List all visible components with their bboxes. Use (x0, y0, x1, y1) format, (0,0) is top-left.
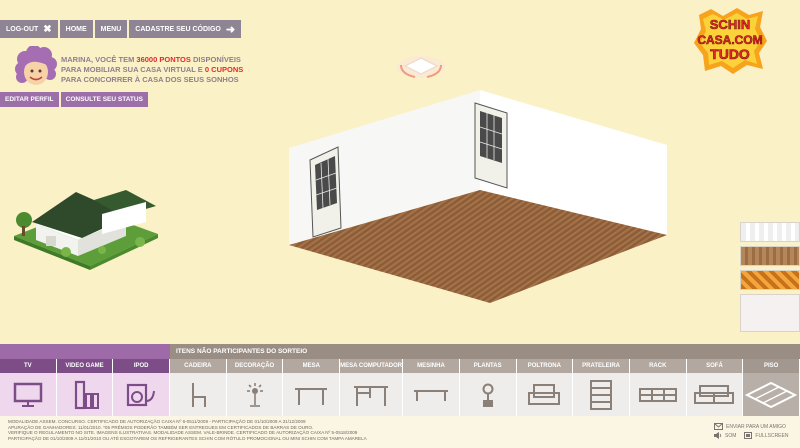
category-armchair[interactable]: Poltrona (516, 359, 574, 416)
non-participating-bar: Itens não participantes do sorteio (170, 344, 800, 359)
category-shelf[interactable]: Prateleira (573, 359, 630, 416)
user-points-message: Marina, você tem 36000 pontos disponívei… (61, 55, 243, 85)
chair-icon (191, 382, 206, 407)
non-participating-categories: Itens não participantes do sorteio Cadei… (170, 344, 800, 416)
category-computer-desk[interactable]: Mesa computador (340, 359, 404, 416)
legal-text: Modalidade assem. concurso. certificado … (8, 419, 367, 441)
floor-swatch-plain[interactable] (740, 294, 800, 332)
footer-actions: Enviar para um amigo Som Fullscreen (714, 422, 800, 440)
lamp-icon (246, 382, 263, 407)
fullscreen-icon (744, 432, 753, 439)
floor-swatch-wood[interactable] (740, 246, 800, 266)
category-chair[interactable]: Cadeira (170, 359, 227, 416)
floor-swatch-orange[interactable] (740, 270, 800, 290)
sound-toggle[interactable]: Som (714, 431, 736, 440)
category-side-table[interactable]: Mesinha (403, 359, 460, 416)
rack-icon (638, 387, 677, 402)
svg-text:SCHIN: SCHIN (710, 17, 750, 32)
tv-icon (13, 382, 43, 407)
coupons-value: 0 cupons (204, 65, 244, 74)
table-icon (295, 387, 328, 405)
floor-swatch-white[interactable] (740, 222, 800, 242)
door-right[interactable] (474, 102, 508, 189)
speaker-icon (714, 432, 722, 439)
top-nav: Log-out ✖ Home Menu Cadastre seu código … (0, 20, 243, 38)
floor-swatches (740, 222, 800, 336)
category-plants[interactable]: Plantas (459, 359, 517, 416)
msg-prefix: Marina, você tem (61, 55, 137, 64)
desk-icon (354, 385, 389, 406)
ipod-icon (127, 383, 156, 406)
logout-label: Log-out (6, 25, 39, 33)
house-overview-icon[interactable] (6, 186, 166, 270)
register-code-label: Cadastre seu código (135, 25, 221, 33)
schin-logo: SCHIN CASA.COM TUDO (694, 8, 767, 74)
envelope-icon (714, 423, 723, 430)
door-left[interactable] (309, 146, 342, 238)
category-ipod[interactable]: iPod (113, 359, 171, 416)
category-floor[interactable]: Piso (743, 359, 800, 416)
send-to-friend-link[interactable]: Enviar para um amigo (714, 422, 800, 431)
category-sofa[interactable]: Sofá (686, 359, 744, 416)
msg-mid: disponíveis (190, 55, 241, 64)
avatar[interactable] (14, 46, 58, 90)
check-status-button[interactable]: Consulte seu status (60, 92, 148, 107)
rotate-view-handle[interactable] (395, 54, 447, 80)
svg-text:TUDO: TUDO (710, 46, 750, 62)
armchair-icon (528, 383, 561, 405)
category-decoration[interactable]: Decoração (226, 359, 284, 416)
category-video-game[interactable]: Video game (56, 359, 114, 416)
register-code-button[interactable]: Cadastre seu código ➜ (129, 20, 242, 38)
participating-bar (0, 344, 170, 359)
category-table[interactable]: Mesa (283, 359, 341, 416)
menu-button[interactable]: Menu (94, 20, 128, 38)
msg-line2: para mobiliar sua casa virtual e (61, 65, 205, 74)
floor-icon (745, 381, 798, 408)
points-value: 36000 pontos (136, 55, 191, 64)
virtual-room[interactable] (285, 85, 675, 305)
arrow-right-icon: ➜ (225, 23, 236, 36)
category-panel: TV Video game (0, 344, 800, 416)
coffee-table-icon (413, 389, 448, 401)
category-tv[interactable]: TV (0, 359, 57, 416)
user-actions: Editar perfil Consulte seu status (0, 92, 150, 107)
logout-button[interactable]: Log-out ✖ (0, 20, 58, 38)
fullscreen-button[interactable]: Fullscreen (744, 431, 788, 440)
shelf-icon (590, 379, 613, 410)
sofa-icon (694, 384, 735, 404)
msg-line3: para concorrer à casa dos seus sonhos (61, 75, 239, 84)
edit-profile-button[interactable]: Editar perfil (0, 92, 59, 107)
close-icon: ✖ (43, 23, 52, 35)
home-button[interactable]: Home (59, 20, 93, 38)
svg-text:CASA.COM: CASA.COM (697, 33, 762, 47)
footer: Modalidade assem. concurso. certificado … (0, 416, 800, 448)
participating-categories: TV Video game (0, 344, 171, 416)
video-game-icon (74, 380, 99, 409)
category-rack[interactable]: Rack (629, 359, 687, 416)
plant-icon (482, 383, 494, 407)
